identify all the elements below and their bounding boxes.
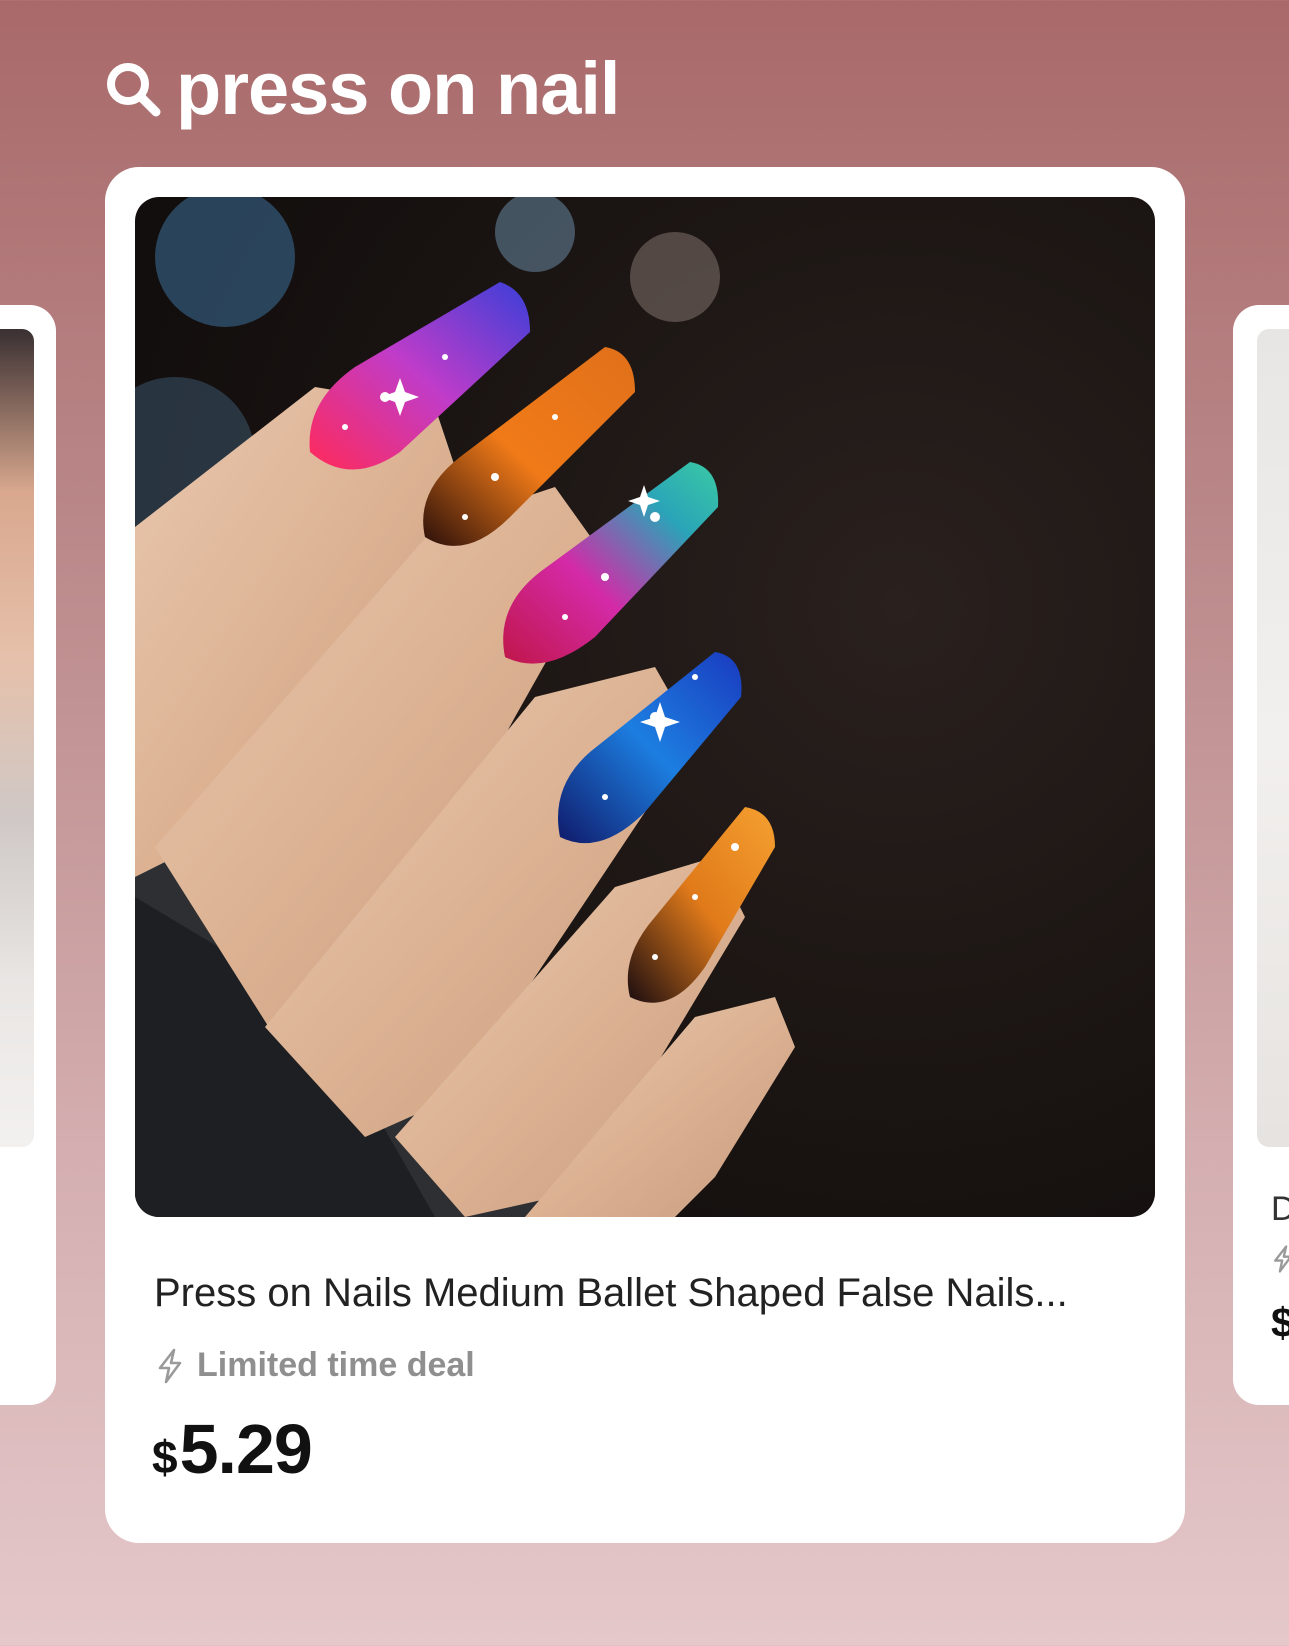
search-icon[interactable] xyxy=(104,60,162,118)
price-currency: $ xyxy=(152,1431,178,1483)
product-card[interactable]: Press on Nails Medium Ballet Shaped Fals… xyxy=(105,167,1185,1543)
product-image-previous[interactable] xyxy=(0,329,34,1147)
product-image-next[interactable] xyxy=(1257,329,1289,1147)
product-image[interactable] xyxy=(135,197,1155,1217)
product-card-previous[interactable]: .. xyxy=(0,305,56,1405)
deal-label: Limited time deal xyxy=(197,1346,475,1384)
deal-badge: Limited time deal xyxy=(155,1346,475,1385)
product-title[interactable]: Press on Nails Medium Ballet Shaped Fals… xyxy=(154,1271,1134,1316)
product-price-next: $ xyxy=(1271,1299,1289,1346)
lightning-bolt-icon xyxy=(158,1348,182,1383)
search-header[interactable]: press on nail xyxy=(104,52,620,126)
product-price: $ 5.29 xyxy=(152,1410,313,1488)
product-card-next[interactable]: D $ xyxy=(1233,305,1289,1405)
price-amount: 5.29 xyxy=(179,1410,313,1488)
lightning-bolt-icon xyxy=(1274,1245,1289,1273)
search-query-text[interactable]: press on nail xyxy=(176,52,620,126)
product-title-next: D xyxy=(1271,1190,1289,1228)
